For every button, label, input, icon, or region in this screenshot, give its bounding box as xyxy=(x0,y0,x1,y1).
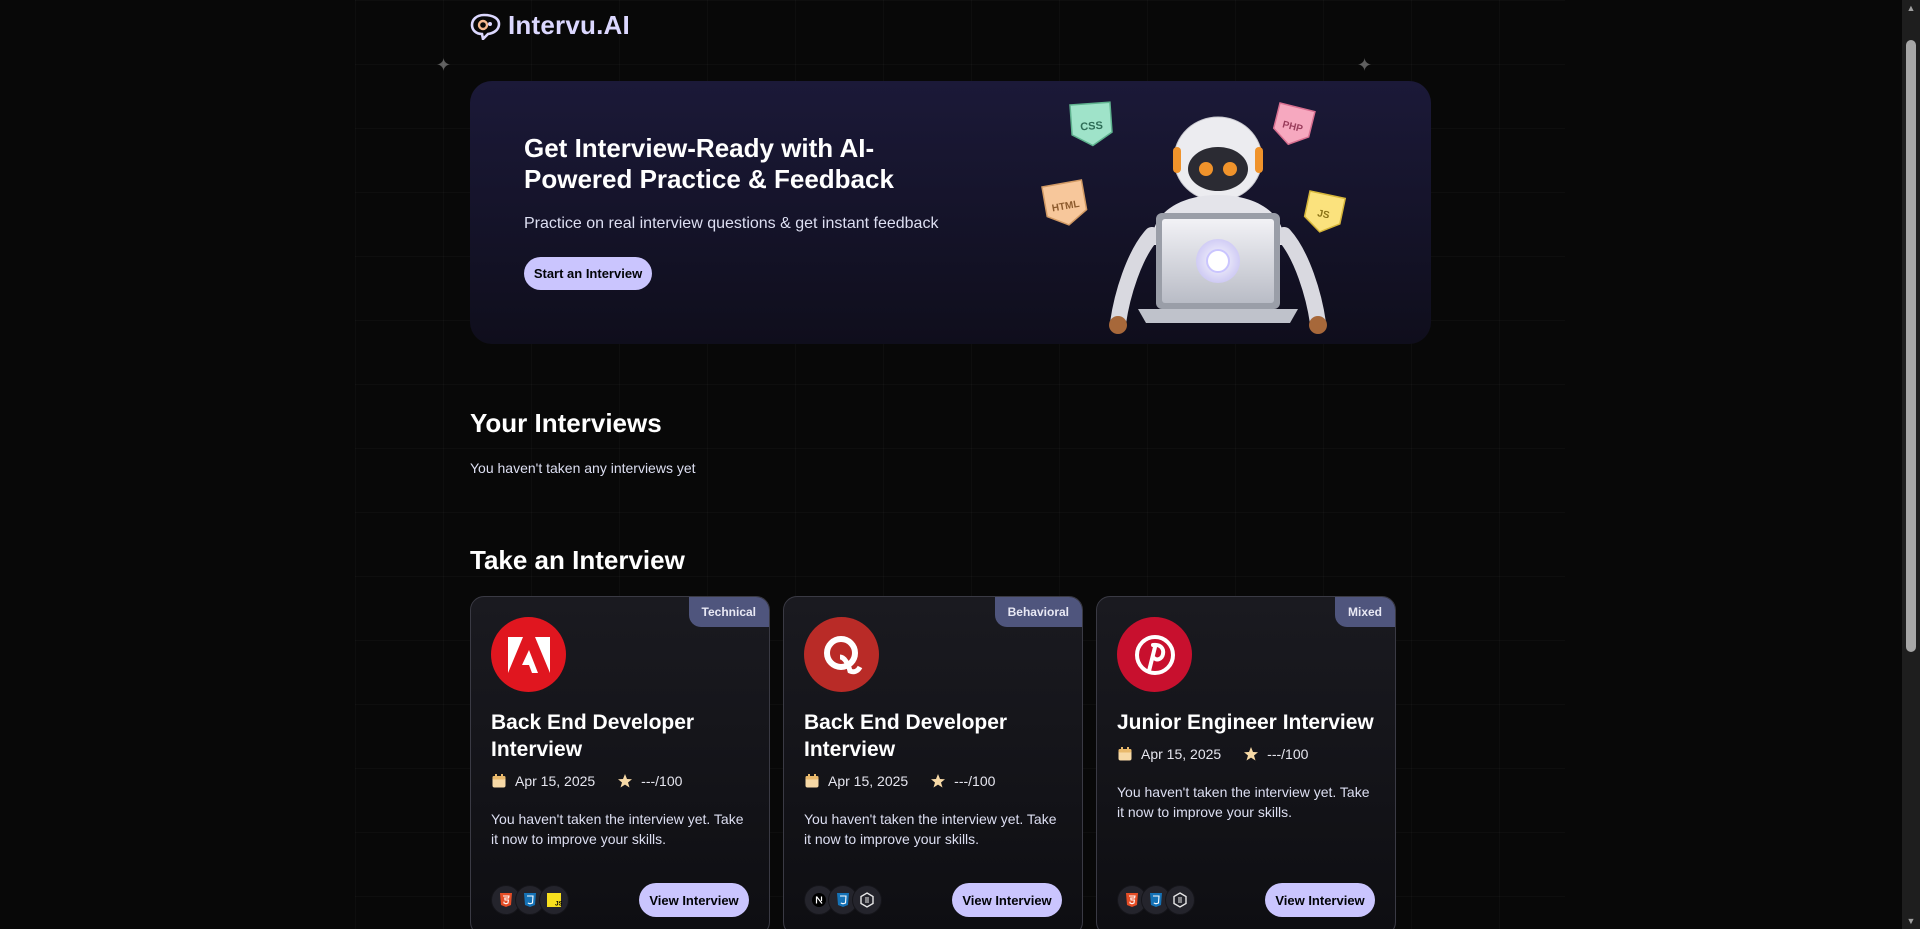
card-footer: View Interview xyxy=(1117,883,1375,917)
hero-subtitle: Practice on real interview questions & g… xyxy=(524,215,939,232)
interview-score: ---/100 xyxy=(1267,746,1309,762)
interview-description: You haven't taken the interview yet. Tak… xyxy=(804,811,1057,847)
quora-logo-icon xyxy=(804,617,879,692)
star-icon xyxy=(931,774,946,788)
php-tag-icon: PHP xyxy=(1272,102,1316,146)
view-interview-button[interactable]: View Interview xyxy=(639,883,749,917)
scroll-down-icon[interactable]: ▼ xyxy=(1902,913,1920,929)
interview-title: Junior Engineer Interview xyxy=(1117,711,1374,734)
scroll-thumb[interactable] xyxy=(1906,40,1916,652)
sparkle-icon: ✦ xyxy=(436,55,452,75)
calendar-icon xyxy=(805,774,819,788)
no-interviews-text: You haven't taken any interviews yet xyxy=(470,460,696,476)
card-footer: JS View Interview xyxy=(491,883,749,917)
tech-stack: JS xyxy=(491,885,569,915)
scroll-up-icon[interactable]: ▲ xyxy=(1902,0,1920,16)
interview-score: ---/100 xyxy=(641,773,683,789)
start-interview-button[interactable]: Start an Interview xyxy=(524,257,652,290)
your-interviews-title: Your Interviews xyxy=(470,408,662,438)
take-interview-title: Take an Interview xyxy=(470,545,685,575)
tech-stack xyxy=(1117,885,1195,915)
calendar-icon xyxy=(492,774,506,788)
interview-description: You haven't taken the interview yet. Tak… xyxy=(491,811,744,847)
pinterest-logo-icon xyxy=(1117,617,1192,692)
calendar-icon xyxy=(1118,747,1132,761)
robot-illustration: CSS PHP HTML JS xyxy=(1041,101,1347,334)
star-icon xyxy=(1244,747,1259,761)
nodejs-icon xyxy=(1165,885,1195,915)
interview-meta: Apr 15, 2025 ---/100 xyxy=(491,773,696,789)
interview-type-badge: Behavioral xyxy=(994,597,1082,627)
hero-banner: Get Interview-Ready with AI-Powered Prac… xyxy=(470,81,1431,344)
nodejs-icon xyxy=(852,885,882,915)
html-tag-icon: HTML xyxy=(1041,179,1088,226)
interview-card: Mixed Junior Engineer Interview Apr 15, … xyxy=(1096,596,1396,929)
interview-description: You haven't taken the interview yet. Tak… xyxy=(1117,784,1370,820)
interview-date: Apr 15, 2025 xyxy=(1141,746,1222,762)
page-scrollbar[interactable]: ▲ ▼ xyxy=(1902,0,1920,929)
interview-score: ---/100 xyxy=(954,773,996,789)
svg-text:JS: JS xyxy=(555,901,562,908)
sparkle-icon: ✦ xyxy=(1357,55,1373,75)
interview-date: Apr 15, 2025 xyxy=(515,773,596,789)
interview-card: Behavioral Back End Developer Interview … xyxy=(783,596,1083,929)
view-interview-button[interactable]: View Interview xyxy=(952,883,1062,917)
view-interview-button[interactable]: View Interview xyxy=(1265,883,1375,917)
star-icon xyxy=(618,774,633,788)
adobe-logo-icon xyxy=(491,617,566,692)
interview-card: Technical Back End Developer Interview A… xyxy=(470,596,770,929)
js-tag-icon: JS xyxy=(1303,190,1347,233)
tech-stack xyxy=(804,885,882,915)
app-logo[interactable]: Intervu.AI xyxy=(470,10,630,41)
svg-text:CSS: CSS xyxy=(1080,120,1103,134)
javascript-icon: JS xyxy=(539,885,569,915)
interview-type-badge: Mixed xyxy=(1334,597,1395,627)
css-tag-icon: CSS xyxy=(1069,101,1113,147)
chat-bubble-icon xyxy=(470,13,501,40)
interview-title: Back End Developer Interview xyxy=(491,711,695,761)
app-name: Intervu.AI xyxy=(508,10,630,40)
interview-date: Apr 15, 2025 xyxy=(828,773,909,789)
interview-meta: Apr 15, 2025 ---/100 xyxy=(804,773,1009,789)
interview-type-badge: Technical xyxy=(688,597,769,627)
card-footer: View Interview xyxy=(804,883,1062,917)
hero-title: Get Interview-Ready with AI-Powered Prac… xyxy=(524,133,894,194)
interview-title: Back End Developer Interview xyxy=(804,711,1008,761)
interview-meta: Apr 15, 2025 ---/100 xyxy=(1117,746,1322,762)
